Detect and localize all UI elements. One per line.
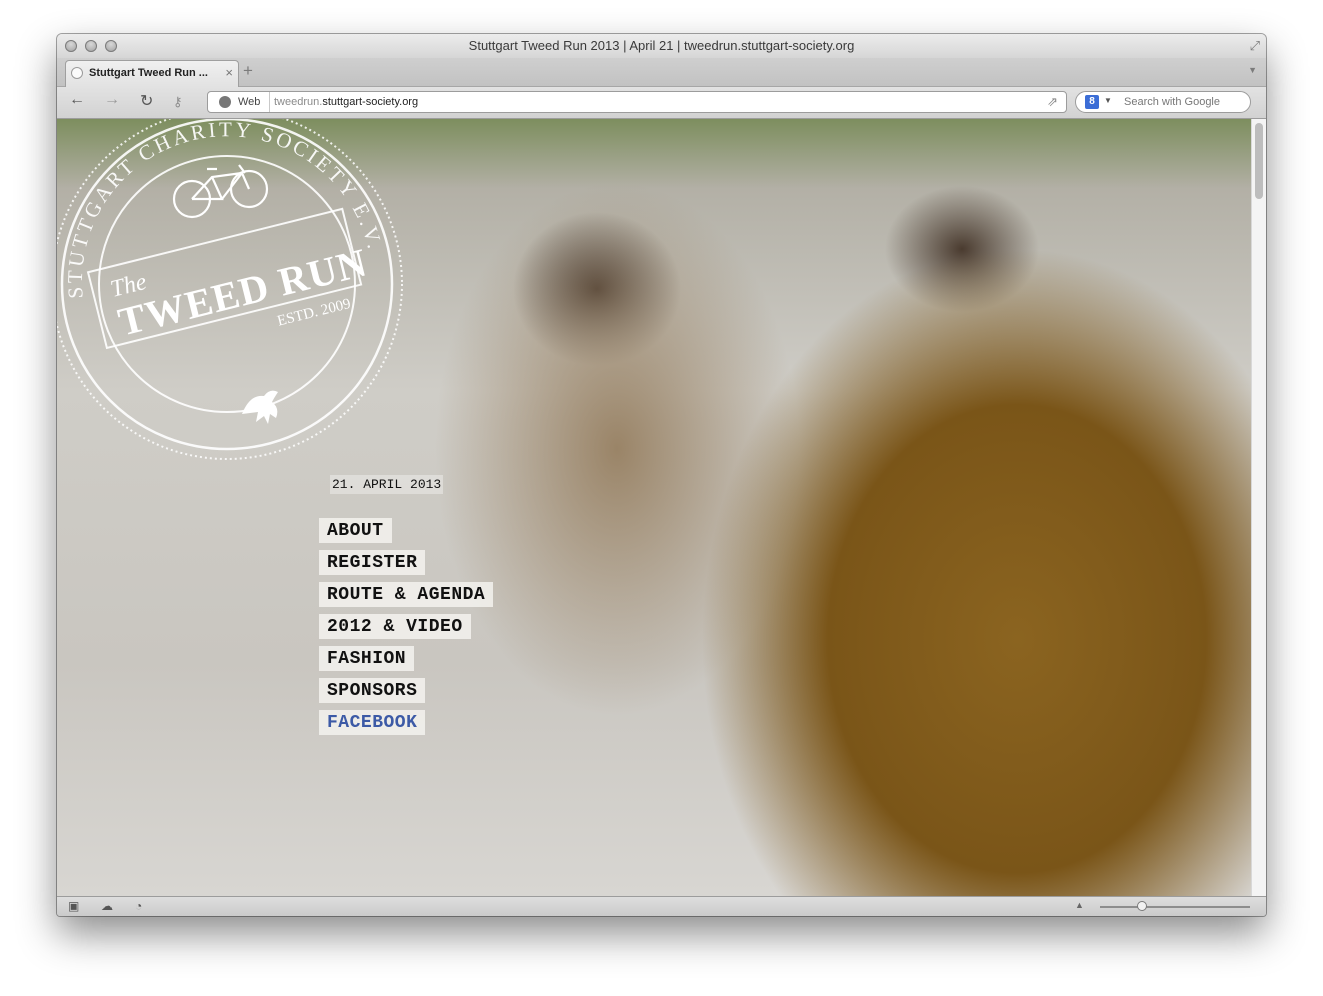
cloud-icon[interactable]: ☁ bbox=[101, 899, 113, 913]
back-button[interactable]: ← bbox=[69, 91, 85, 109]
page-content: STUTTGART CHARITY SOCIETY E.V. The TWEED… bbox=[57, 119, 1251, 896]
address-divider bbox=[269, 92, 270, 112]
nav-item-sponsors[interactable]: SPONSORS bbox=[319, 678, 426, 703]
title-bar: Stuttgart Tweed Run 2013 | April 21 | tw… bbox=[57, 34, 1266, 58]
favicon-icon bbox=[71, 67, 83, 79]
address-bar[interactable]: Web tweedrun.stuttgart-society.org ⇗ bbox=[207, 91, 1067, 113]
address-url[interactable]: tweedrun.stuttgart-society.org bbox=[274, 96, 418, 108]
status-bar: ▣ ☁ ◔ ▲ bbox=[57, 896, 1266, 916]
search-placeholder: Search with Google bbox=[1124, 96, 1220, 108]
nav-item-fashion[interactable]: FASHION bbox=[319, 646, 415, 671]
key-icon[interactable]: ⚷ bbox=[173, 94, 183, 110]
tab-overflow-chevron-icon[interactable]: ▼ bbox=[1248, 65, 1257, 75]
nav-item-register[interactable]: REGISTER bbox=[319, 550, 426, 575]
sidebar-icon[interactable]: ▣ bbox=[68, 899, 79, 913]
tab-title: Stuttgart Tweed Run ... bbox=[89, 67, 208, 79]
new-tab-icon[interactable]: + bbox=[243, 61, 253, 81]
tab-stuttgart-tweed-run[interactable]: Stuttgart Tweed Run ... × bbox=[65, 60, 239, 87]
horse-icon bbox=[242, 390, 278, 424]
browser-window: Stuttgart Tweed Run 2013 | April 21 | tw… bbox=[57, 34, 1266, 916]
scrollbar-thumb[interactable] bbox=[1255, 123, 1263, 199]
main-nav: ABOUT REGISTER ROUTE & AGENDA 2012 & VID… bbox=[319, 518, 494, 742]
globe-icon bbox=[219, 96, 231, 108]
event-date: 21. APRIL 2013 bbox=[330, 475, 444, 494]
fullscreen-icon[interactable]: ⤢ bbox=[1250, 38, 1260, 54]
nav-item-facebook[interactable]: FACEBOOK bbox=[319, 710, 426, 735]
logo-title: TWEED RUN bbox=[114, 239, 372, 344]
nav-item-route-agenda[interactable]: ROUTE & AGENDA bbox=[319, 582, 494, 607]
chevron-up-icon[interactable]: ▲ bbox=[1075, 900, 1084, 910]
zoom-slider-track[interactable] bbox=[1100, 906, 1250, 908]
toolbar: ← → ↻ ⚷ Web tweedrun.stuttgart-society.o… bbox=[57, 87, 1266, 119]
nav-item-about[interactable]: ABOUT bbox=[319, 518, 392, 543]
nav-item-2012-video[interactable]: 2012 & VIDEO bbox=[319, 614, 471, 639]
reload-button[interactable]: ↻ bbox=[140, 91, 153, 111]
address-scheme-label: Web bbox=[238, 96, 261, 108]
vertical-scrollbar[interactable] bbox=[1251, 119, 1266, 896]
zoom-slider-knob[interactable] bbox=[1137, 901, 1147, 911]
url-subdomain: tweedrun. bbox=[274, 96, 323, 108]
share-icon[interactable]: ⇗ bbox=[1047, 94, 1058, 110]
search-field[interactable]: 8 ▼ Search with Google bbox=[1075, 91, 1251, 113]
chevron-down-icon[interactable]: ▼ bbox=[1104, 96, 1112, 105]
window-title: Stuttgart Tweed Run 2013 | April 21 | tw… bbox=[468, 38, 855, 53]
tab-bar: Stuttgart Tweed Run ... × + ▼ bbox=[57, 58, 1266, 87]
tab-close-icon[interactable]: × bbox=[225, 65, 233, 80]
url-domain: stuttgart-society.org bbox=[322, 96, 419, 108]
bicycle-icon bbox=[172, 164, 269, 219]
history-icon[interactable]: ◔ bbox=[135, 899, 142, 913]
tweed-run-logo[interactable]: STUTTGART CHARITY SOCIETY E.V. The TWEED… bbox=[57, 119, 417, 489]
google-icon[interactable]: 8 bbox=[1085, 95, 1099, 109]
forward-button[interactable]: → bbox=[104, 91, 120, 109]
